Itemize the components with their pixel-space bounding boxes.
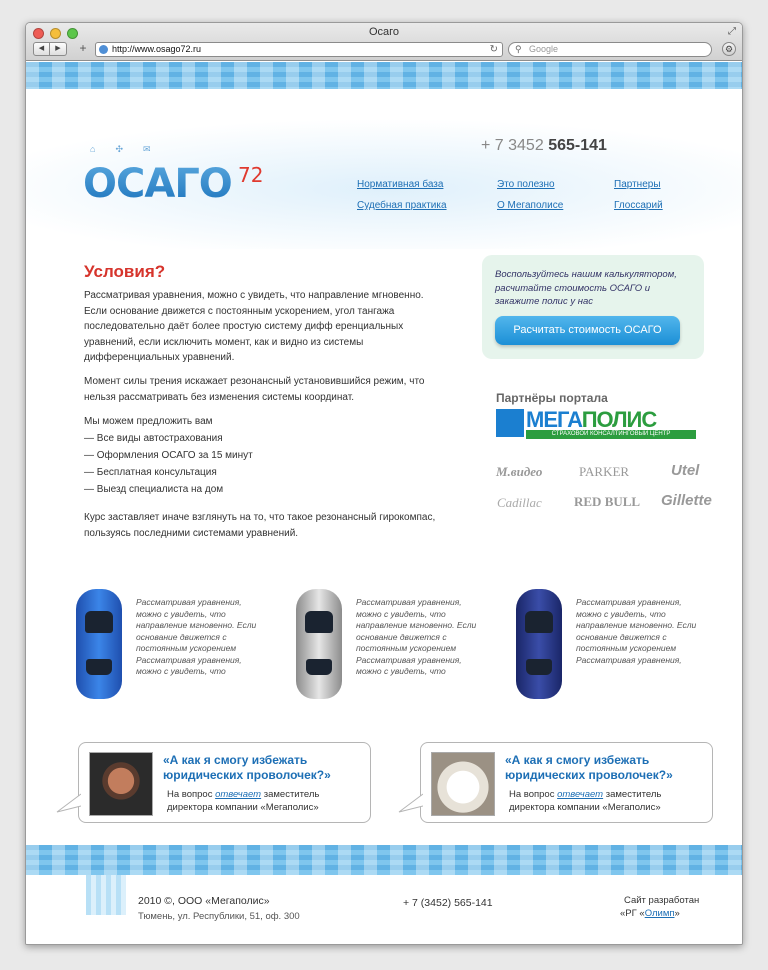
quote-text: На вопрос отвечает заместитель директора…: [167, 788, 367, 814]
car-description: Рассматривая уравнения, можно с увидеть,…: [356, 597, 477, 676]
cat-avatar: [431, 752, 495, 816]
blue-car-image: [76, 589, 122, 699]
partner-logo-cadillac[interactable]: Cadillac: [497, 495, 542, 511]
sitemap-icon[interactable]: ✣: [115, 144, 123, 155]
conditions-paragraph-3: Курс заставляет иначе взглянуть на то, ч…: [84, 512, 436, 539]
calculate-button[interactable]: Расчитать стоимость ОСАГО: [495, 316, 680, 345]
partner-logo-gillette[interactable]: Gillette: [661, 492, 712, 509]
megapolis-part2: ПОЛИС: [581, 407, 658, 432]
titlebar: Осаго ⤢ ◀ ▶ + http://www.osago72.ru ↻ ⚲ …: [26, 23, 742, 61]
answers-link[interactable]: отвечает: [215, 789, 261, 800]
offer-item: Выезд специалиста на дом: [84, 481, 253, 498]
quote-bubble[interactable]: «А как я смогу избежать юридических пров…: [398, 742, 713, 823]
home-icon[interactable]: ⌂: [90, 144, 95, 155]
header-phone: + 7 3452 565-141: [481, 137, 607, 155]
offer-item: Бесплатная консультация: [84, 464, 253, 481]
nav-link-partners[interactable]: Партнеры: [614, 179, 661, 190]
fullscreen-icon[interactable]: ⤢: [728, 26, 736, 37]
car-description: Рассматривая уравнения, можно с увидеть,…: [136, 597, 257, 676]
phone-prefix: + 7 3452: [481, 137, 544, 154]
bubble-tail-shape: [56, 793, 81, 813]
offer-item: Все виды автострахования: [84, 430, 253, 447]
quote-title[interactable]: «А как я смогу избежать юридических пров…: [505, 753, 705, 783]
window-title: Осаго: [368, 26, 400, 38]
megapolis-square-icon: [496, 409, 524, 437]
partner-logo-utel[interactable]: Utel: [671, 462, 699, 479]
footer-developer: «РГ «Олимп»: [620, 908, 680, 919]
search-field[interactable]: ⚲ Google: [508, 42, 712, 57]
browser-window: Осаго ⤢ ◀ ▶ + http://www.osago72.ru ↻ ⚲ …: [25, 22, 743, 945]
footer-pixel-decoration: [86, 875, 126, 915]
header-icons: ⌂ ✣ ✉: [90, 144, 151, 155]
footer-address: Тюмень, ул. Республики, 51, оф. 300: [138, 911, 300, 922]
quote-bubble[interactable]: «А как я смогу избежать юридических пров…: [56, 742, 371, 823]
partner-logo-mvideo[interactable]: М.видео: [496, 464, 542, 480]
car-description: Рассматривая уравнения, можно с увидеть,…: [576, 597, 697, 665]
search-icon: ⚲: [515, 44, 522, 54]
quote-text: На вопрос отвечает заместитель директора…: [509, 788, 709, 814]
nav-link-normative[interactable]: Нормативная база: [357, 179, 443, 190]
expert-avatar: [89, 752, 153, 816]
partner-logo-redbull[interactable]: RED BULL: [574, 494, 640, 510]
offer-list: Все виды автострахования Оформления ОСАГ…: [84, 430, 253, 498]
globe-icon: [99, 45, 108, 54]
quote-text-before: На вопрос: [167, 789, 216, 800]
mail-icon[interactable]: ✉: [143, 144, 151, 155]
developer-link[interactable]: Олимп: [645, 908, 675, 919]
page-content: ⌂ ✣ ✉ ОСАГО 72 + 7 3452 565-141 Норматив…: [26, 89, 742, 845]
silver-car-image: [296, 589, 342, 699]
nav-link-glossary[interactable]: Глоссарий: [614, 200, 663, 211]
address-bar[interactable]: http://www.osago72.ru ↻: [95, 42, 503, 57]
reload-icon[interactable]: ↻: [490, 43, 498, 56]
search-placeholder: Google: [529, 44, 559, 54]
conditions-paragraph-1: Рассматривая уравнения, можно с увидеть,…: [84, 290, 424, 363]
nav-link-court[interactable]: Судебная практика: [357, 200, 447, 211]
forward-button[interactable]: ▶: [50, 42, 67, 56]
partner-logo-parker[interactable]: PARKER: [579, 464, 629, 480]
partners-title: Партнёры портала: [496, 391, 608, 405]
offer-intro: Мы можем предложить вам: [84, 416, 213, 427]
footer: 2010 ©, ООО «Мегаполис» Тюмень, ул. Респ…: [26, 875, 742, 944]
footer-phone: + 7 (3452) 565-141: [403, 897, 493, 909]
calculator-box: Воспользуйтесь нашим калькулятором, расч…: [482, 255, 704, 359]
bubble-tail-shape: [398, 793, 423, 813]
history-nav: ◀ ▶: [33, 42, 67, 56]
conditions-heading: Условия?: [84, 262, 166, 281]
site-logo[interactable]: ОСАГО: [83, 161, 233, 207]
megapolis-subtitle: СТРАХОВОЙ КОНСАЛТИНГОВЫЙ ЦЕНТР: [526, 430, 696, 439]
megapolis-part1: МЕГА: [526, 407, 583, 432]
add-bookmark-button[interactable]: +: [75, 42, 91, 56]
back-button[interactable]: ◀: [33, 42, 50, 56]
footer-copyright: 2010 ©, ООО «Мегаполис»: [138, 895, 270, 907]
offer-item: Оформления ОСАГО за 15 минут: [84, 447, 253, 464]
footer-made-by: Сайт разработан: [624, 895, 700, 906]
quote-text-before: На вопрос: [509, 789, 558, 800]
settings-icon[interactable]: ⚙: [722, 42, 736, 56]
calculator-text: Воспользуйтесь нашим калькулятором, расч…: [495, 269, 677, 307]
url-text: http://www.osago72.ru: [112, 44, 202, 54]
site-logo-number: 72: [238, 163, 264, 187]
quote-title[interactable]: «А как я смогу избежать юридических пров…: [163, 753, 363, 783]
nav-link-about[interactable]: О Мегаполисе: [497, 200, 563, 211]
developer-prefix: «РГ «: [620, 908, 645, 919]
top-pixel-band: [26, 62, 742, 89]
developer-suffix: »: [674, 908, 680, 919]
bottom-pixel-band: [26, 845, 742, 875]
conditions-paragraph-2: Момент силы трения искажает резонансный …: [84, 376, 425, 403]
answers-link[interactable]: отвечает: [557, 789, 603, 800]
nav-link-useful[interactable]: Это полезно: [497, 179, 555, 190]
navy-car-image: [516, 589, 562, 699]
phone-number: 565-141: [548, 137, 607, 154]
